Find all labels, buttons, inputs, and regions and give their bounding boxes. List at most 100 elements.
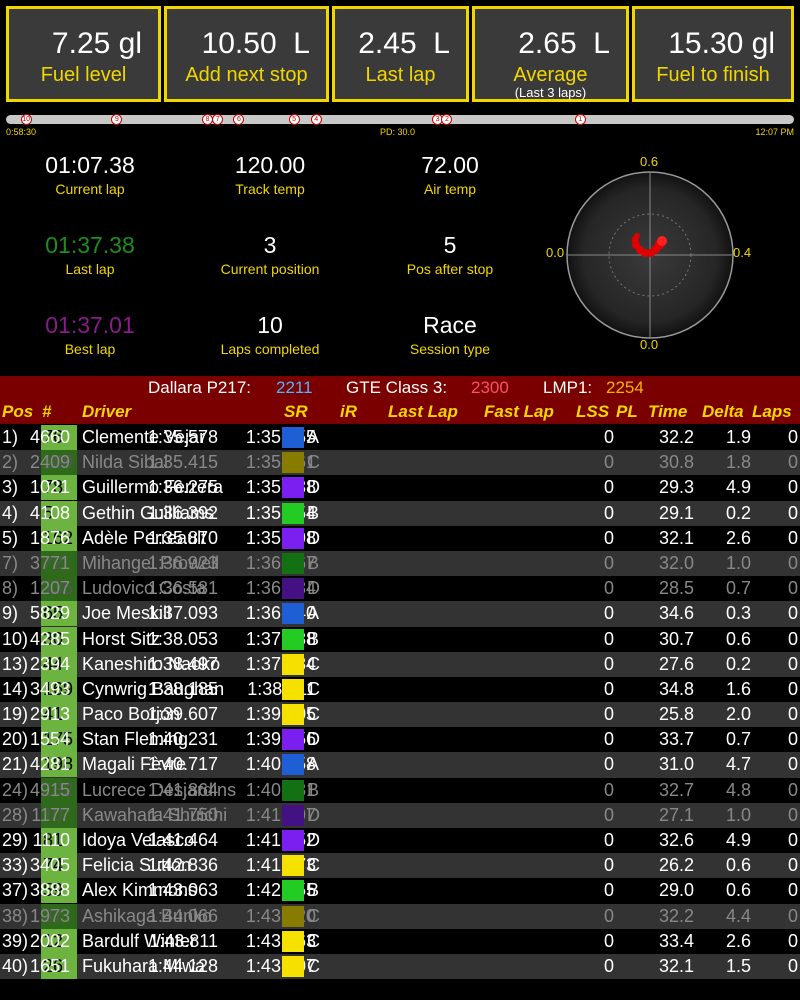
row-safety-rating-swatch xyxy=(282,578,304,600)
row-last-lap: 1:44.128 xyxy=(147,955,218,976)
row-position: 20) xyxy=(2,729,29,750)
best-lap-label: Best lap xyxy=(64,341,116,357)
row-lss: 0 xyxy=(603,502,614,523)
air-temp-stat: 72.00 Air temp xyxy=(360,152,540,200)
row-irating: 3493 xyxy=(29,678,70,699)
table-row[interactable]: 7) 72 Mihangel Prowell B 3771 1:36.923 1:36.46… xyxy=(0,550,800,577)
row-laps: 0 xyxy=(787,905,798,926)
row-safety-rating-swatch xyxy=(282,830,304,851)
row-safety-rating-swatch xyxy=(282,552,304,574)
col-fast-lap[interactable]: Fast Lap xyxy=(484,400,554,424)
row-lss: 0 xyxy=(603,855,614,876)
col-pl[interactable]: PL xyxy=(616,400,638,424)
radar-top-label: 0.6 xyxy=(640,154,659,169)
current-lap-value: 01:07.38 xyxy=(45,152,135,178)
row-lss: 0 xyxy=(603,955,614,976)
col-ir[interactable]: iR xyxy=(340,400,357,424)
table-row[interactable]: 38) 37 Ashikaga Bunko C 1973 1:44.066 1:43.120… xyxy=(0,903,800,929)
table-row[interactable]: 4) 5 Gethin Guilliams B 4108 1:36.392 1:35.454… xyxy=(0,500,800,526)
table-row[interactable]: 5) 162 Adèle Perreault D 1876 1:35.870 1:35.69… xyxy=(0,525,800,551)
col-num[interactable]: # xyxy=(42,400,51,424)
radar-right-label: 0.4 xyxy=(733,245,752,260)
row-position: 24) xyxy=(2,779,29,800)
session-type-label: Session type xyxy=(409,341,491,357)
row-time: 32.7 xyxy=(658,779,694,800)
row-fast-lap: 1:40.058 xyxy=(245,754,316,775)
table-row[interactable]: 10) 30 Horst Sitz B 4285 1:38.053 1:37.188 0 30.… xyxy=(0,626,800,652)
pos-after-stop-value: 5 xyxy=(443,232,457,258)
row-lss: 0 xyxy=(603,830,614,850)
session-type-stat: Race Session type xyxy=(360,312,540,360)
table-row[interactable]: 1) 76 Clemente Vejar A 4660 1:35.578 1:35.055 0… xyxy=(0,425,800,451)
table-row[interactable]: 19) 41 Paco Borjon C 2913 1:39.607 1:39.305 0 25… xyxy=(0,702,800,728)
row-position: 38) xyxy=(2,905,29,926)
class-sof-3: 2254 xyxy=(606,378,644,397)
col-sr[interactable]: SR xyxy=(284,400,308,424)
current-position-label: Current position xyxy=(220,261,320,277)
row-fast-lap: 1:37.584 xyxy=(245,653,316,674)
row-irating: 1110 xyxy=(32,830,70,850)
table-row[interactable]: 13) 44 Kaneshiro Naoko C 2394 1:38.497 1:37.58… xyxy=(0,651,800,677)
row-irating: 1973 xyxy=(29,905,70,926)
table-row[interactable]: 3) 78 Guillermo Ferrera D 1021 1:36.275 1:35.4… xyxy=(0,475,800,501)
col-lss[interactable]: LSS xyxy=(576,400,609,424)
col-laps[interactable]: Laps xyxy=(752,400,792,424)
air-temp-value: 72.00 xyxy=(421,152,479,178)
row-laps: 0 xyxy=(787,830,798,850)
row-laps: 0 xyxy=(787,527,798,548)
row-fast-lap: 1:36.940 xyxy=(245,603,316,624)
row-irating: 3888 xyxy=(29,880,70,901)
table-row[interactable]: 14)169Cynwrig BaughanC34931:38.1851:38.0… xyxy=(0,676,800,703)
last-lap-value: 01:37.38 xyxy=(45,232,135,258)
row-fast-lap: 1:40.881 xyxy=(245,779,316,800)
timeline-start-time: 0:58:30 xyxy=(6,127,37,137)
col-delta[interactable]: Delta xyxy=(702,400,744,424)
row-irating: 2394 xyxy=(29,653,70,674)
col-last-lap[interactable]: Last Lap xyxy=(388,400,458,424)
table-row[interactable]: 37) 59 Alex Kimmons B 3888 1:43.063 1:42.855 0 2… xyxy=(0,878,800,904)
table-row[interactable]: 29) 81 Idoya Velasco D 1110 1:41.464 1:41.352 0… xyxy=(0,828,800,854)
row-delta: 0.6 xyxy=(725,628,751,649)
row-time: 33.7 xyxy=(658,729,694,750)
table-row[interactable]: 28) 10 Kawahara Shuichi D 1177 1:41.750 1:41.2… xyxy=(0,802,800,828)
row-delta: 1.9 xyxy=(725,427,751,447)
row-time: 30.8 xyxy=(658,452,694,473)
row-fast-lap: 1:41.352 xyxy=(245,830,316,850)
row-safety-rating-swatch xyxy=(282,804,304,826)
table-row[interactable]: 40) 26 Fukuhara Miwa C 1651 1:44.128 1:43.407 0… xyxy=(0,953,800,980)
row-time: 34.6 xyxy=(658,603,694,624)
row-time: 29.0 xyxy=(658,880,694,901)
row-fast-lap: 1:39.305 xyxy=(245,704,316,725)
row-lss: 0 xyxy=(603,603,614,624)
table-row[interactable]: 24) 182 Lucrece Desjardins B 4915 1:41.864 1:4… xyxy=(0,777,800,803)
table-row[interactable]: 8) 135 Ludovico Costa D 1207 1:36.581 1:36.484… xyxy=(0,576,800,602)
table-row[interactable]: 33) 74 Felicia Sutton C 3405 1:42.836 1:41.873… xyxy=(0,853,800,879)
row-laps: 0 xyxy=(787,930,798,951)
row-lss: 0 xyxy=(603,804,614,825)
add-next-stop-value: 10.50 L xyxy=(201,27,310,60)
col-driver[interactable]: Driver xyxy=(82,400,131,424)
laps-completed-stat: 10 Laps completed xyxy=(180,312,360,360)
row-time: 26.2 xyxy=(658,855,694,876)
row-fast-lap: 1:35.261 xyxy=(245,452,316,473)
standings-column-header: Pos # Driver SR iR Last Lap Fast Lap LSS… xyxy=(0,400,800,424)
laps-completed-label: Laps completed xyxy=(220,341,320,357)
row-irating: 3405 xyxy=(29,855,70,876)
table-row[interactable]: 9) 65 Joe Meskill A 5829 1:37.093 1:36.940 0 34.… xyxy=(0,601,800,627)
row-laps: 0 xyxy=(787,804,798,825)
row-position: 7) xyxy=(2,552,19,573)
table-row[interactable]: 39) 12 Bardulf Winter C 2002 1:43.811 1:43.163… xyxy=(0,928,800,954)
col-time[interactable]: Time xyxy=(648,400,687,424)
table-row[interactable]: 21) 198 Magali Fèvre A 4281 1:40.717 1:40.058 0… xyxy=(0,752,800,778)
table-row[interactable]: 2) 189 Nilda Sibal C 2409 1:35.415 1:35.261 0 30… xyxy=(0,450,800,476)
col-pos[interactable]: Pos xyxy=(2,400,33,424)
row-time: 30.7 xyxy=(658,628,694,649)
table-row[interactable]: 20) 175 Stan Fleming D 1554 1:40.231 1:39.756 0… xyxy=(0,727,800,753)
row-safety-rating-swatch xyxy=(282,704,304,726)
row-irating: 4108 xyxy=(29,502,70,523)
row-delta: 4.7 xyxy=(725,754,751,775)
session-type-value: Race xyxy=(423,312,477,338)
row-last-lap: 1:36.923 xyxy=(147,552,218,573)
row-safety-rating-swatch xyxy=(282,855,304,877)
row-laps: 0 xyxy=(787,729,798,750)
